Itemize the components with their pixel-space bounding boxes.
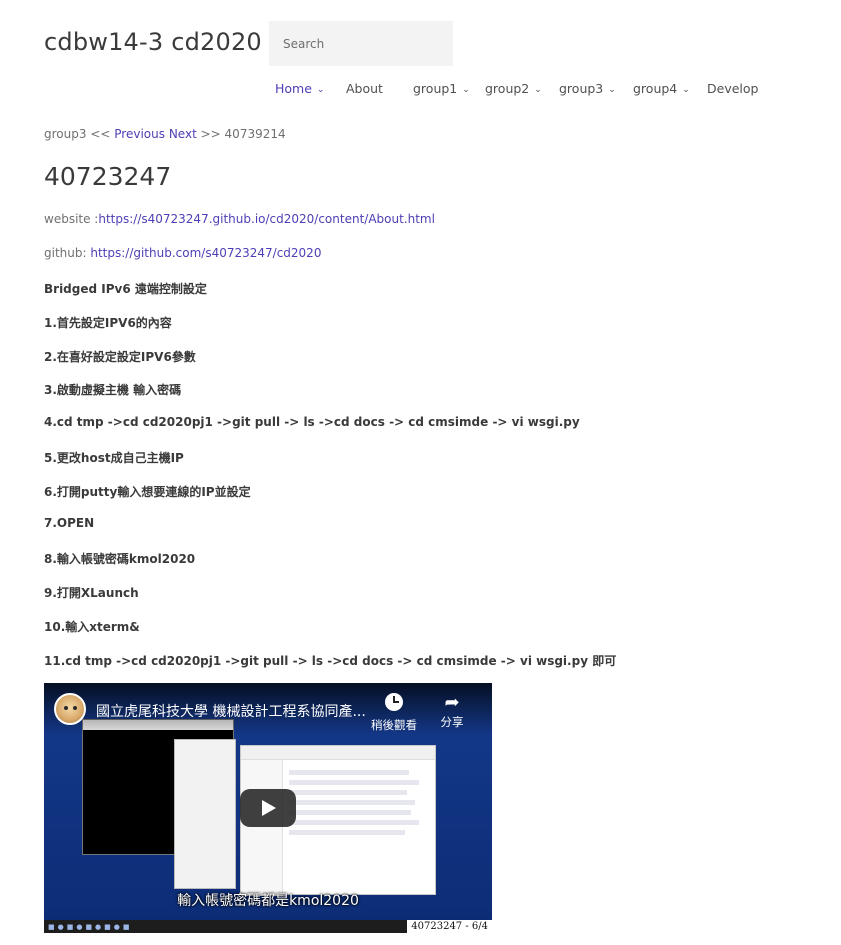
- main-nav: Home ⌄ About group1 ⌄ group2 ⌄ group3 ⌄ grou…: [0, 81, 841, 99]
- nav-item-group2[interactable]: group2 ⌄: [485, 81, 542, 96]
- nav-item-group1[interactable]: group1 ⌄: [413, 81, 470, 96]
- previous-link[interactable]: Previous: [114, 127, 165, 141]
- nav-item-group3[interactable]: group3 ⌄: [559, 81, 616, 96]
- share-icon: ➦: [444, 692, 460, 713]
- step-5: 5.更改host成自己主機IP: [44, 451, 184, 465]
- chevron-down-icon: ⌄: [682, 85, 690, 95]
- nav-item-group4[interactable]: group4 ⌄: [633, 81, 690, 96]
- share-button[interactable]: ➦ 分享: [434, 693, 470, 730]
- step-4: 4.cd tmp ->cd cd2020pj1 ->git pull -> ls…: [44, 415, 580, 429]
- step-8: 8.輸入帳號密碼kmol2020: [44, 552, 196, 566]
- watch-later-label: 稍後觀看: [371, 718, 417, 732]
- breadcrumb-next-target: 40739214: [224, 127, 286, 141]
- step-3: 3.啟動虛擬主機 輸入密碼: [44, 383, 182, 397]
- video-subtitle: 輸入帳號密碼都是kmol2020: [177, 893, 359, 909]
- step-heading: Bridged IPv6 遠端控制設定: [44, 282, 207, 296]
- page-counter: 40723247 - 6/4: [407, 920, 492, 933]
- website-line: website :https://s40723247.github.io/cd2…: [44, 212, 435, 226]
- share-label: 分享: [440, 715, 464, 729]
- chevron-down-icon: ⌄: [316, 85, 325, 95]
- breadcrumb-prev-sep: <<: [90, 127, 111, 141]
- step-10: 10.輸入xterm&: [44, 620, 140, 634]
- chevron-down-icon: ⌄: [534, 85, 542, 95]
- channel-avatar[interactable]: [54, 693, 86, 725]
- website-link[interactable]: https://s40723247.github.io/cd2020/conte…: [98, 212, 435, 226]
- clock-icon: [385, 693, 403, 711]
- nav-item-home[interactable]: Home ⌄: [275, 81, 324, 96]
- search-input[interactable]: [269, 21, 453, 66]
- chevron-down-icon: ⌄: [608, 85, 616, 95]
- step-9: 9.打開XLaunch: [44, 586, 139, 600]
- taskbar-icons: ■●■●■●■●■: [48, 923, 133, 931]
- chevron-down-icon: ⌄: [462, 85, 470, 95]
- site-title[interactable]: cdbw14-3 cd2020: [44, 28, 262, 56]
- website-label: website :: [44, 212, 99, 226]
- step-11: 11.cd tmp ->cd cd2020pj1 ->git pull -> l…: [44, 654, 617, 668]
- breadcrumb-next-sep: >>: [200, 127, 221, 141]
- step-6: 6.打開putty輸入想要連線的IP並設定: [44, 485, 251, 499]
- watch-later-button[interactable]: 稍後觀看: [366, 693, 422, 733]
- step-7: 7.OPEN: [44, 516, 95, 530]
- github-label: github:: [44, 246, 91, 260]
- breadcrumb: group3 << Previous Next >> 40739214: [44, 127, 286, 141]
- nav-item-about[interactable]: About: [346, 81, 383, 96]
- file-panel: [174, 739, 236, 889]
- github-line: github: https://github.com/s40723247/cd2…: [44, 246, 321, 260]
- video-embed[interactable]: 國立虎尾科技大學 機械設計工程系協同產... 稍後觀看 ➦ 分享 輸入帳號密碼都…: [44, 683, 492, 933]
- nav-item-develop[interactable]: Develop: [707, 81, 758, 96]
- github-link[interactable]: https://github.com/s40723247/cd2020: [90, 246, 321, 260]
- next-link[interactable]: Next: [169, 127, 197, 141]
- step-1: 1.首先設定IPV6的內容: [44, 316, 172, 330]
- video-taskbar: ■●■●■●■●■ 40723247 - 6/4: [44, 920, 492, 933]
- play-button[interactable]: [240, 789, 296, 827]
- step-2: 2.在喜好設定設定IPV6參數: [44, 350, 196, 364]
- video-title[interactable]: 國立虎尾科技大學 機械設計工程系協同產...: [96, 701, 366, 721]
- page-title: 40723247: [44, 162, 172, 191]
- breadcrumb-group: group3: [44, 127, 87, 141]
